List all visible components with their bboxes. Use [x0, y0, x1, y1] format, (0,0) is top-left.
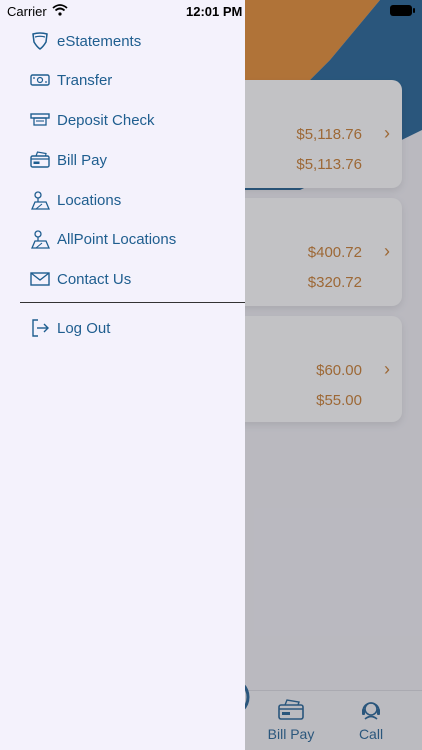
menu-item-label: AllPoint Locations	[57, 230, 177, 248]
menu-item-allpoint-locations[interactable]: AllPoint Locations	[30, 225, 176, 253]
menu-item-log-out[interactable]: Log Out	[30, 314, 110, 342]
status-time: 12:01 PM	[186, 4, 243, 19]
map-pin-icon	[30, 190, 50, 210]
deposit-check-icon	[30, 110, 50, 130]
menu-item-transfer[interactable]: Transfer	[30, 66, 112, 94]
bill-pay-icon	[30, 150, 50, 170]
envelope-icon	[30, 269, 50, 289]
menu-item-label: Bill Pay	[57, 151, 108, 169]
menu-item-label: eStatements	[57, 32, 142, 50]
menu-item-deposit-check[interactable]: Deposit Check	[30, 106, 155, 134]
menu-item-label: Contact Us	[57, 270, 132, 288]
menu-divider	[20, 302, 245, 303]
side-drawer: eStatements Transfer Deposit Check Bill …	[0, 0, 245, 750]
menu-item-estatements[interactable]: eStatements	[30, 27, 141, 55]
menu-item-bill-pay[interactable]: Bill Pay	[30, 146, 107, 174]
status-bar: Carrier 12:01 PM	[0, 0, 422, 22]
transfer-icon	[30, 70, 50, 90]
menu-item-label: Locations	[57, 191, 122, 209]
menu-item-label: Log Out	[57, 319, 111, 337]
battery-icon	[390, 5, 415, 16]
menu-item-label: Transfer	[57, 71, 113, 89]
map-pin-icon	[30, 229, 50, 249]
menu-item-contact-us[interactable]: Contact Us	[30, 265, 131, 293]
menu-item-locations[interactable]: Locations	[30, 186, 121, 214]
shield-icon	[30, 31, 50, 51]
wifi-icon	[52, 4, 68, 16]
menu-item-label: Deposit Check	[57, 111, 155, 129]
logout-icon	[30, 318, 50, 338]
carrier-label: Carrier	[7, 4, 47, 19]
